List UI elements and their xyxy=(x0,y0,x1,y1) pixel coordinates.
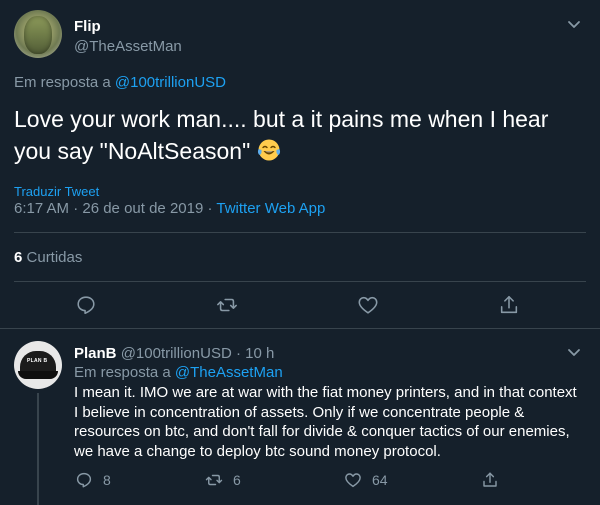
reply-icon[interactable] xyxy=(75,294,97,316)
share-icon xyxy=(481,471,499,489)
likes-count-value: 6 xyxy=(14,249,23,266)
retweet-icon xyxy=(205,471,223,489)
share-icon[interactable] xyxy=(498,294,520,316)
reply-time[interactable]: · 10 h xyxy=(236,345,274,362)
tweet-source-link[interactable]: Twitter Web App xyxy=(216,200,325,217)
reply-author-handle[interactable]: @100trillionUSD xyxy=(121,345,232,362)
reply-button[interactable]: 8 xyxy=(75,471,111,489)
tweet-metadata: 6:17 AM · 26 de out de 2019 · Twitter We… xyxy=(14,200,325,217)
retweet-icon[interactable] xyxy=(216,294,238,316)
author-handle[interactable]: @TheAssetMan xyxy=(74,38,182,55)
section-divider xyxy=(0,328,600,329)
share-button[interactable] xyxy=(481,471,509,489)
avatar[interactable]: PLAN B xyxy=(14,341,62,389)
reply-count: 8 xyxy=(103,472,111,488)
like-button[interactable]: 64 xyxy=(344,471,388,489)
main-tweet: Flip @TheAssetMan Em resposta a @100tril… xyxy=(0,0,600,327)
tweet-body: Love your work man.... but a it pains me… xyxy=(14,106,549,164)
reply-prefix: Em resposta a xyxy=(14,74,111,91)
thread-line xyxy=(37,393,39,505)
likes-count[interactable]: 6 Curtidas xyxy=(14,249,82,266)
author-display-name[interactable]: Flip xyxy=(74,18,101,35)
avatar[interactable] xyxy=(14,10,62,58)
reply-target-link[interactable]: @100trillionUSD xyxy=(115,74,226,91)
chevron-down-icon[interactable] xyxy=(566,16,582,32)
reply-icon xyxy=(75,471,93,489)
translate-tweet-link[interactable]: Traduzir Tweet xyxy=(14,184,99,199)
reply-context: Em resposta a @TheAssetMan xyxy=(74,364,283,381)
reply-author-display-name[interactable]: PlanB xyxy=(74,345,117,362)
retweet-button[interactable]: 6 xyxy=(205,471,241,489)
divider xyxy=(14,281,586,282)
chevron-down-icon[interactable] xyxy=(566,344,582,360)
like-count: 64 xyxy=(372,472,388,488)
reply-header: PlanB @100trillionUSD · 10 h xyxy=(74,345,274,362)
likes-count-label: Curtidas xyxy=(26,249,83,266)
avatar-logo: PLAN B xyxy=(27,358,48,364)
divider xyxy=(14,232,586,233)
like-icon[interactable] xyxy=(357,294,379,316)
reply-text: I mean it. IMO we are at war with the fi… xyxy=(74,384,577,460)
reply-context: Em resposta a @100trillionUSD xyxy=(14,74,226,91)
like-icon xyxy=(344,471,362,489)
retweet-count: 6 xyxy=(233,472,241,488)
reply-prefix: Em resposta a xyxy=(74,364,171,381)
tweet-text: Love your work man.... but a it pains me… xyxy=(14,103,574,167)
tweet-timestamp[interactable]: 6:17 AM · 26 de out de 2019 · xyxy=(14,200,216,217)
reply-target-link[interactable]: @TheAssetMan xyxy=(175,364,283,381)
tears-of-joy-emoji-icon xyxy=(257,138,281,162)
